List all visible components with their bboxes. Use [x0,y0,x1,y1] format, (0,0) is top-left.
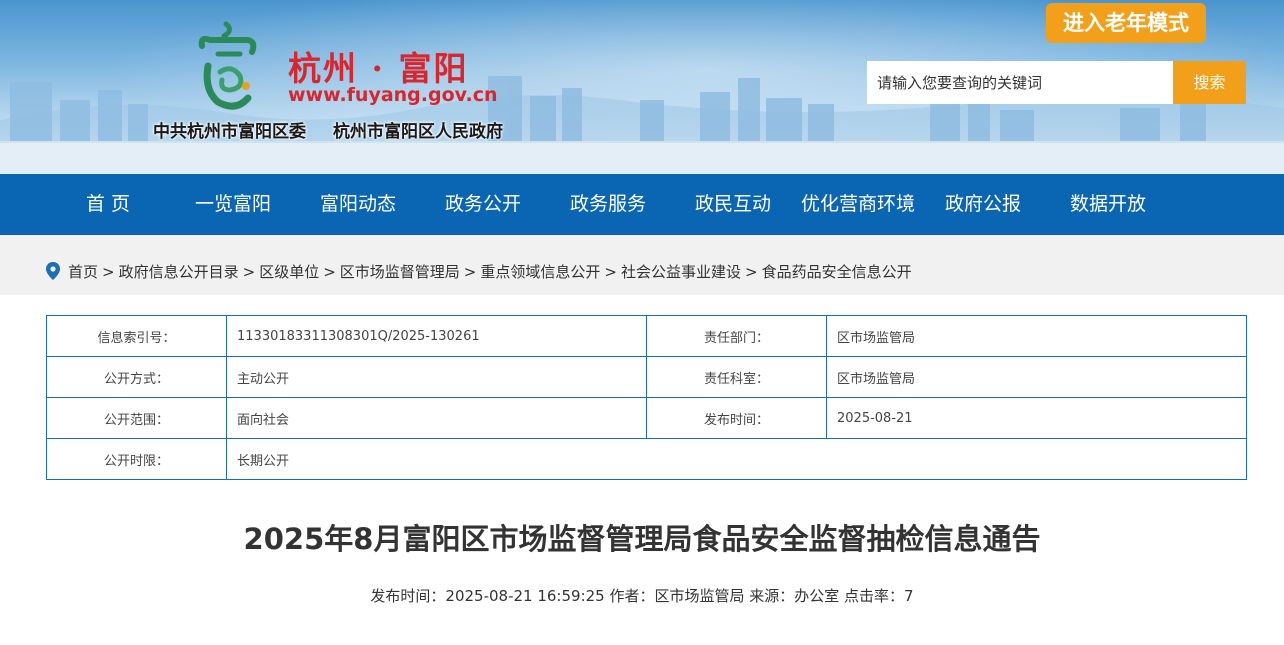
index-no-value: 11330183311308301Q/2025-130261 [226,315,647,357]
search-input[interactable] [867,61,1173,104]
breadcrumb-food-drug-safety[interactable]: 食品药品安全信息公开 [762,263,912,281]
breadcrumb-market-bureau[interactable]: 区市场监督管理局 [340,263,460,281]
publish-date-label: 发布时间： [646,397,827,439]
breadcrumb-district-units[interactable]: 区级单位 [259,263,319,281]
site-name: 杭州 · 富阳 [288,49,469,88]
index-no-label: 信息索引号： [46,315,227,357]
article-meta: 发布时间：2025-08-21 16:59:25 作者：区市场监管局 来源：办公… [370,587,914,605]
term-label: 公开时限： [46,438,227,480]
breadcrumb-separator: > [744,263,758,281]
org-district-government: 杭州市富阳区人民政府 [333,122,503,142]
office-value: 区市场监管局 [826,356,1247,398]
nav-item-overview[interactable]: 一览富阳 [185,174,281,235]
breadcrumb: 首页 > 政府信息公开目录 > 区级单位 > 区市场监督管理局 > 重点领域信息公开 > 社会公益事… [68,261,912,282]
nav-item-interaction[interactable]: 政民互动 [685,174,781,235]
breadcrumb-gov-info-catalog[interactable]: 政府信息公开目录 [119,263,239,281]
breadcrumb-separator: > [604,263,617,281]
table-row: 信息索引号： 11330183311308301Q/2025-130261 责任… [46,315,1247,357]
info-metadata-table: 信息索引号： 11330183311308301Q/2025-130261 责任… [46,315,1247,480]
breadcrumb-public-welfare[interactable]: 社会公益事业建设 [621,263,741,281]
nav-item-gov-service[interactable]: 政务服务 [560,174,656,235]
breadcrumb-key-areas[interactable]: 重点领域信息公开 [480,263,600,281]
org-party-committee: 中共杭州市富阳区委 [153,122,306,142]
nav-item-business-env[interactable]: 优化营商环境 [796,174,920,235]
location-pin-icon [46,262,60,280]
office-label: 责任科室： [646,356,827,398]
fuyang-emblem-icon [198,21,257,110]
table-row: 公开时限： 长期公开 [46,438,1247,480]
table-row: 公开范围： 面向社会 发布时间： 2025-08-21 [46,397,1247,439]
elder-mode-button[interactable]: 进入老年模式 [1046,3,1206,43]
breadcrumb-home[interactable]: 首页 [68,263,98,281]
method-value: 主动公开 [226,356,647,398]
breadcrumb-separator: > [463,263,477,281]
main-nav: 首 页 一览富阳 富阳动态 政务公开 政务服务 政民互动 优化营商环境 政府公报… [0,174,1284,235]
breadcrumb-separator: > [242,263,256,281]
dept-label: 责任部门： [646,315,827,357]
site-url[interactable]: www.fuyang.gov.cn [288,84,498,106]
search-button[interactable]: 搜索 [1173,61,1246,104]
method-label: 公开方式： [46,356,227,398]
nav-item-gazette[interactable]: 政府公报 [935,174,1031,235]
nav-item-news[interactable]: 富阳动态 [310,174,406,235]
breadcrumb-separator: > [102,263,115,281]
publish-date-value: 2025-08-21 [826,397,1247,439]
site-header: 杭州 · 富阳 www.fuyang.gov.cn 中共杭州市富阳区委 杭州市富… [0,0,1284,174]
table-row: 公开方式： 主动公开 责任科室： 区市场监管局 [46,356,1247,398]
breadcrumb-separator: > [323,263,336,281]
term-value: 长期公开 [226,438,1247,480]
nav-item-gov-info[interactable]: 政务公开 [435,174,531,235]
nav-item-open-data[interactable]: 数据开放 [1060,174,1156,235]
scope-label: 公开范围： [46,397,227,439]
article-title: 2025年8月富阳区市场监督管理局食品安全监督抽检信息通告 [243,522,1041,556]
dept-value: 区市场监管局 [826,315,1247,357]
nav-item-home[interactable]: 首 页 [62,174,154,235]
scope-value: 面向社会 [226,397,647,439]
